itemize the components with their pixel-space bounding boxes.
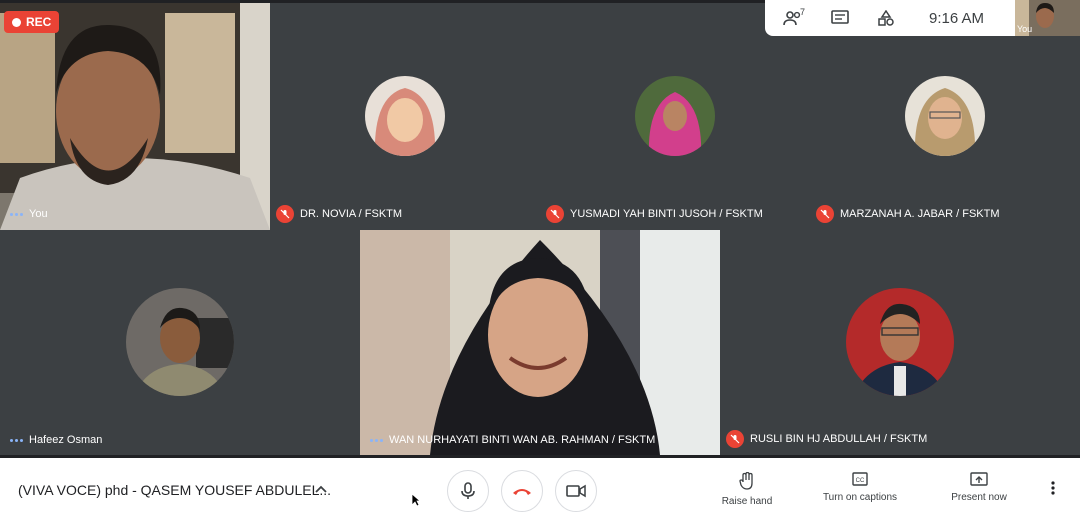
- participant-tile-yusmadi[interactable]: YUSMADI YAH BINTI JUSOH / FSKTM: [540, 3, 810, 230]
- chat-icon[interactable]: [831, 10, 849, 26]
- meeting-stage: REC You DR. NOVIA / FSKTM YUSMADI YAH BI…: [0, 0, 1080, 458]
- captions-button[interactable]: CC Turn on captions: [815, 472, 905, 503]
- avatar: [126, 288, 234, 396]
- participant-video-image: [360, 230, 720, 455]
- avatar: [905, 76, 985, 156]
- participant-name: YUSMADI YAH BINTI JUSOH / FSKTM: [546, 205, 763, 223]
- participant-tile-wan-nurhayati[interactable]: WAN NURHAYATI BINTI WAN AB. RAHMAN / FSK…: [360, 230, 720, 455]
- captions-icon: CC: [852, 472, 868, 486]
- microphone-button[interactable]: [447, 470, 489, 512]
- microphone-icon: [461, 482, 475, 499]
- participant-name: Hafeez Osman: [10, 434, 102, 446]
- bottom-control-bar: (VIVA VOCE) phd - QASEM YOUSEF ABDULEL..…: [0, 458, 1080, 524]
- recording-badge: REC: [4, 11, 60, 33]
- present-now-button[interactable]: Present now: [946, 472, 1012, 503]
- mouse-cursor-icon: [411, 493, 421, 507]
- camera-icon: [566, 484, 586, 498]
- people-count: 7: [800, 7, 806, 17]
- self-video-image: [0, 3, 270, 230]
- avatar: [635, 76, 715, 156]
- people-button[interactable]: 7: [783, 7, 806, 26]
- participant-name: RUSLI BIN HJ ABDULLAH / FSKTM: [726, 430, 927, 448]
- more-options-icon[interactable]: [1050, 480, 1056, 496]
- audio-level-icon: [10, 438, 23, 442]
- participant-name: MARZANAH A. JABAR / FSKTM: [816, 205, 1000, 223]
- chevron-up-icon[interactable]: [313, 482, 329, 498]
- self-video-tile[interactable]: REC You: [0, 3, 270, 230]
- mic-off-icon: [726, 430, 744, 448]
- camera-button[interactable]: [555, 470, 597, 512]
- hand-icon: [739, 472, 753, 490]
- leave-call-button[interactable]: [501, 470, 543, 512]
- svg-text:CC: CC: [856, 478, 865, 484]
- participant-tile-hafeez[interactable]: Hafeez Osman: [0, 230, 360, 455]
- hang-up-icon: [513, 489, 531, 495]
- activities-icon[interactable]: [877, 10, 895, 26]
- audio-level-icon: [370, 438, 383, 442]
- avatar: [846, 288, 954, 396]
- mic-off-icon: [546, 205, 564, 223]
- meeting-info-bar: 7 9:16 AM: [765, 0, 1015, 36]
- participant-name: WAN NURHAYATI BINTI WAN AB. RAHMAN / FSK…: [370, 434, 655, 446]
- audio-level-icon: [10, 212, 23, 216]
- record-dot-icon: [12, 17, 21, 27]
- participant-tile-rusli[interactable]: RUSLI BIN HJ ABDULLAH / FSKTM: [720, 230, 1080, 455]
- participant-name: DR. NOVIA / FSKTM: [276, 205, 402, 223]
- meeting-title[interactable]: (VIVA VOCE) phd - QASEM YOUSEF ABDULEL..…: [18, 482, 331, 498]
- raise-hand-button[interactable]: Raise hand: [719, 472, 775, 507]
- self-preview-thumbnail[interactable]: You: [1015, 0, 1080, 36]
- clock-time: 9:16 AM: [929, 9, 985, 27]
- participant-tile-marzanah[interactable]: MARZANAH A. JABAR / FSKTM: [810, 3, 1080, 230]
- self-preview-label: You: [1017, 24, 1033, 34]
- present-screen-icon: [970, 472, 988, 486]
- mic-off-icon: [816, 205, 834, 223]
- self-name-label: You: [10, 208, 48, 220]
- participant-tile-novia[interactable]: DR. NOVIA / FSKTM: [270, 3, 540, 230]
- avatar: [365, 76, 445, 156]
- mic-off-icon: [276, 205, 294, 223]
